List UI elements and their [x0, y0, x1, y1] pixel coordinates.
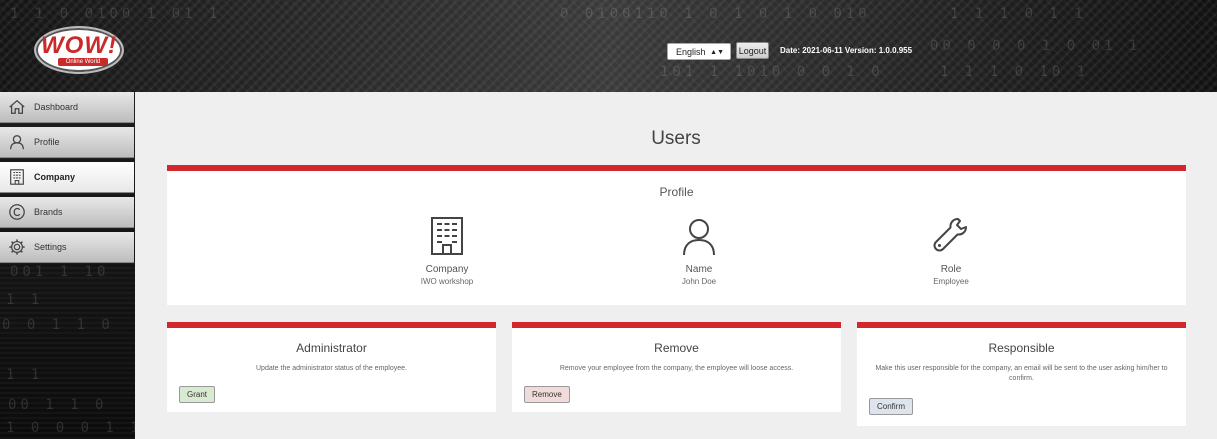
sidebar-binary-decoration: 001 1 10 — [10, 264, 110, 280]
administrator-title: Administrator — [296, 341, 367, 355]
date-version-text: Date: 2021-06-11 Version: 1.0.0.955 — [780, 46, 913, 55]
profile-title: Profile — [659, 185, 694, 199]
header-bar: 1 1 0 0100 1 01 1 0 0100110 1 0 1 0 1 0 … — [0, 0, 1217, 92]
remove-card: Remove Remove your employee from the com… — [512, 322, 841, 412]
select-arrows-icon: ▲▼ — [710, 49, 724, 56]
logo-text: WOW! — [41, 32, 117, 59]
sidebar-binary-decoration: 00 1 1 0 — [8, 397, 108, 413]
sidebar-item-label: Settings — [34, 242, 67, 252]
confirm-button[interactable]: Confirm — [869, 398, 914, 415]
responsible-description: Make this user responsible for the compa… — [875, 365, 1168, 382]
name-label: Name — [685, 264, 713, 275]
administrator-description: Update the administrator status of the e… — [256, 365, 407, 372]
profile-role: Role Employee — [891, 215, 1011, 286]
profile-card: Profile Company IWO workshop Name John D… — [167, 165, 1186, 305]
sidebar-binary-decoration: 1 1 — [6, 292, 44, 308]
language-select[interactable]: English ▲▼ — [667, 43, 731, 60]
wrench-icon — [933, 218, 967, 252]
sidebar-item-label: Profile — [34, 137, 60, 147]
header-binary-decoration: 1 1 0 0100 1 01 1 — [10, 6, 222, 22]
responsible-title: Responsible — [988, 341, 1055, 355]
user-icon — [10, 135, 24, 150]
header-binary-decoration: 00 0 0 0 1 0 01 1 — [930, 38, 1142, 54]
remove-button[interactable]: Remove — [524, 386, 570, 403]
language-selected: English — [676, 47, 706, 57]
logout-button[interactable]: Logout — [736, 42, 769, 59]
building-icon — [10, 169, 24, 185]
logo-subtext: Online World — [58, 58, 108, 66]
copyright-icon — [9, 204, 25, 220]
profile-name: Name John Doe — [639, 215, 759, 286]
page-title: Users — [651, 128, 701, 149]
header-binary-decoration: 101 1 1010 0 0 1 0 — [660, 64, 884, 80]
sidebar-item-brands[interactable]: Brands — [0, 197, 134, 228]
grant-button[interactable]: Grant — [179, 386, 216, 403]
role-label: Role — [940, 264, 962, 275]
responsible-card: Responsible Make this user responsible f… — [857, 322, 1186, 426]
sidebar: Dashboard Profile Company Brands Setting… — [0, 92, 135, 439]
company-label: Company — [425, 264, 469, 275]
main-content: Users Profile Company IWO workshop Name … — [135, 92, 1217, 439]
header-binary-decoration: 1 1 1 0 10 1 — [940, 64, 1090, 80]
sidebar-binary-decoration: 0 0 1 1 0 — [2, 317, 114, 333]
home-icon — [9, 99, 25, 114]
administrator-card: Administrator Update the administrator s… — [167, 322, 496, 412]
sidebar-binary-decoration: 1 1 — [6, 367, 44, 383]
remove-description: Remove your employee from the company, t… — [559, 365, 794, 372]
sidebar-binary-decoration: 1 0 0 0 1 1 — [6, 420, 135, 436]
sidebar-item-label: Company — [34, 172, 76, 182]
header-binary-decoration: 0 0100110 1 0 1 0 1 0 010 — [560, 6, 871, 22]
sidebar-item-settings[interactable]: Settings — [0, 232, 134, 263]
header-binary-decoration: 1 1 1 0 1 1 — [950, 6, 1087, 22]
company-value: IWO workshop — [420, 277, 474, 286]
building-icon — [431, 217, 463, 255]
gear-icon — [9, 239, 25, 255]
sidebar-item-company[interactable]: Company — [0, 162, 134, 193]
sidebar-item-label: Brands — [34, 207, 63, 217]
sidebar-item-label: Dashboard — [34, 102, 79, 112]
name-value: John Doe — [681, 277, 717, 286]
role-value: Employee — [933, 277, 969, 286]
remove-title: Remove — [654, 341, 699, 355]
sidebar-item-profile[interactable]: Profile — [0, 127, 134, 158]
sidebar-item-dashboard[interactable]: Dashboard — [0, 92, 134, 123]
user-icon — [683, 219, 715, 256]
profile-company: Company IWO workshop — [387, 215, 507, 286]
logo[interactable]: WOW! Online World — [34, 26, 124, 74]
